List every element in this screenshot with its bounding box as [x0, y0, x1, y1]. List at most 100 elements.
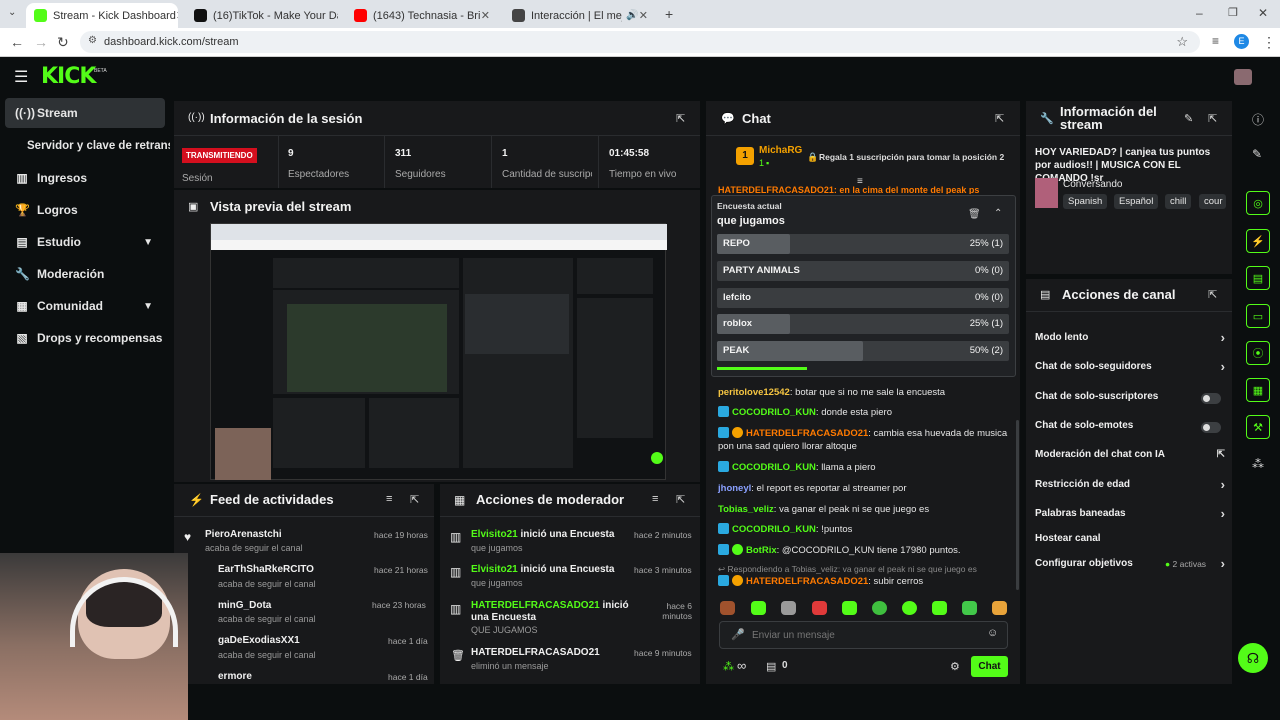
chat-scrollbar[interactable] [1016, 420, 1019, 590]
document-icon[interactable]: ▤ [1246, 266, 1270, 290]
trash-icon[interactable]: 🗑 [968, 209, 981, 220]
chat-message[interactable]: HATERDELFRACASADO21: subir cerros [718, 575, 1008, 588]
bookmark-star-icon[interactable]: ☆ [1176, 34, 1188, 50]
mod-actions-icon[interactable]: ▦ [1246, 378, 1270, 402]
feed-item-name[interactable]: ermore [218, 671, 252, 682]
chat-username[interactable]: Tobias_veliz [718, 504, 774, 515]
sidebar-item-stream[interactable]: ((·)) Stream [5, 98, 165, 128]
feed-item-name[interactable]: minG_Dota [218, 600, 271, 611]
emote-icon[interactable] [962, 601, 977, 615]
sidebar-item-estudio[interactable]: ▤ Estudio ▼ [5, 227, 165, 257]
sidebar-item-ingresos[interactable]: ▥ Ingresos [5, 163, 165, 193]
send-chat-button[interactable]: Chat [971, 656, 1008, 677]
chat-input-box[interactable]: 🎤 ☺ [719, 621, 1008, 649]
chat-username[interactable]: COCODRILO_KUN [732, 524, 816, 535]
tab-youtube[interactable]: (1643) Technasia - Bring It Back ✕ [346, 3, 498, 28]
emote-icon[interactable] [872, 601, 887, 615]
action-subs-only[interactable]: Chat de solo-suscriptores [1035, 391, 1225, 411]
sidebar-item-moderacion[interactable]: 🔧 Moderación [5, 259, 165, 289]
stream-preview-video[interactable] [210, 223, 667, 480]
chat-username[interactable]: jhoneyl [718, 483, 751, 494]
chat-message[interactable]: COCODRILO_KUN: !puntos [718, 523, 1008, 536]
feed-item-name[interactable]: PieroArenastchi [205, 529, 282, 540]
kick-logo[interactable]: KICK [41, 64, 96, 89]
action-goals[interactable]: Configurar objetivos ● 2 activas › [1035, 556, 1225, 578]
emotes-only-toggle[interactable] [1201, 422, 1221, 433]
edit-pencil-icon[interactable]: ✎ [1252, 147, 1262, 161]
poll-option[interactable]: roblox 25% (1) [717, 314, 1009, 334]
popout-icon[interactable]: ⇱ [1208, 112, 1217, 125]
minimize-icon[interactable]: – [1196, 6, 1203, 20]
emote-icon[interactable] [781, 601, 796, 615]
mod-action-user[interactable]: Elvisito21 [471, 529, 518, 540]
broadcast-icon[interactable]: ⦿ [1246, 341, 1270, 365]
close-icon[interactable]: ✕ [639, 9, 648, 22]
sidebar-item-comunidad[interactable]: ▦ Comunidad ▼ [5, 291, 165, 321]
action-followers-only[interactable]: Chat de solo-seguidores › [1035, 359, 1225, 381]
action-slow-mode[interactable]: Modo lento › [1035, 330, 1225, 352]
chat-username[interactable]: HATERDELFRACASADO21 [746, 576, 868, 587]
hamburger-menu-icon[interactable]: ☰ [14, 67, 28, 87]
popout-icon[interactable]: ⇱ [1208, 288, 1217, 301]
forward-icon[interactable]: → [34, 34, 48, 50]
tab-search-icon[interactable]: ⌄ [8, 7, 16, 18]
emoji-icon[interactable]: ☺ [987, 627, 998, 639]
edit-pencil-icon[interactable]: ✎ [1184, 112, 1193, 125]
action-ai-moderation[interactable]: Moderación del chat con IA ⇱ [1035, 449, 1225, 469]
action-banned-words[interactable]: Palabras baneadas › [1035, 506, 1225, 528]
emote-icon[interactable] [842, 601, 857, 615]
chat-bubble-icon[interactable]: ▭ [1246, 304, 1270, 328]
close-icon[interactable]: ✕ [176, 9, 178, 22]
chat-username[interactable]: COCODRILO_KUN [732, 407, 816, 418]
wrench-icon[interactable]: ⚒ [1246, 415, 1270, 439]
new-tab-icon[interactable]: + [665, 6, 673, 22]
feed-item-name[interactable]: EarThShaRkeRCITO [218, 564, 314, 575]
browser-menu-icon[interactable]: ⋮ [1262, 34, 1276, 51]
popout-icon[interactable]: ⇱ [676, 112, 685, 125]
action-host-channel[interactable]: Hostear canal [1035, 533, 1225, 553]
chat-message[interactable]: jhoneyl: el report es reportar al stream… [718, 482, 1008, 495]
emote-icon[interactable] [720, 601, 735, 615]
poll-option[interactable]: PEAK 50% (2) [717, 341, 1009, 361]
community-icon[interactable]: ⁂ [1252, 457, 1264, 471]
popout-icon[interactable]: ⇱ [995, 112, 1004, 125]
url-field[interactable]: ⚙ dashboard.kick.com/stream ☆ [80, 31, 1200, 53]
action-age-restriction[interactable]: Restricción de edad › [1035, 477, 1225, 499]
sidebar-item-drops[interactable]: ▧ Drops y recompensas [5, 323, 165, 353]
user-avatar[interactable] [1234, 69, 1252, 85]
target-icon[interactable]: ◎ [1246, 191, 1270, 215]
sidebar-item-logros[interactable]: 🏆 Logros [5, 195, 165, 225]
tag[interactable]: chill [1165, 194, 1192, 209]
emote-icon[interactable] [751, 601, 766, 615]
chat-username[interactable]: peritolove12542 [718, 387, 790, 398]
chat-message[interactable]: HATERDELFRACASADO21: cambia esa huevada … [718, 427, 1008, 453]
category-thumbnail[interactable] [1035, 178, 1058, 208]
tab-kick-dashboard[interactable]: Stream - Kick Dashboard ✕ [26, 3, 178, 28]
tab-tiktok[interactable]: (16)TikTok - Make Your Day ✕ [186, 3, 338, 28]
lightning-icon[interactable]: ⚡ [1246, 229, 1270, 253]
microphone-icon[interactable]: 🎤 [731, 628, 745, 641]
poll-option[interactable]: REPO 25% (1) [717, 234, 1009, 254]
profile-avatar[interactable]: E [1234, 34, 1249, 49]
chat-message[interactable]: COCODRILO_KUN: llama a piero [718, 461, 1008, 474]
help-support-icon[interactable]: ☊ [1238, 643, 1268, 673]
tab-interaccion[interactable]: Interacción | El mejor softw 🔊 ✕ [504, 3, 656, 28]
site-info-icon[interactable]: ⚙ [88, 35, 97, 46]
gift-cta[interactable]: Regala 1 suscripción para tomar la posic… [819, 152, 1004, 162]
chevron-up-icon[interactable]: ⌃ [994, 208, 1002, 219]
chat-message[interactable]: COCODRILO_KUN: donde esta piero [718, 406, 1008, 419]
filter-icon[interactable]: ≡ [386, 493, 392, 505]
mod-action-user[interactable]: HATERDELFRACASADO21 [471, 647, 600, 658]
popout-icon[interactable]: ⇱ [676, 493, 685, 506]
category-name[interactable]: Conversando [1063, 179, 1122, 190]
close-icon[interactable]: ✕ [481, 9, 490, 22]
poll-option[interactable]: lefcito 0% (0) [717, 288, 1009, 308]
tag[interactable]: cour [1199, 194, 1226, 209]
mod-action-user[interactable]: HATERDELFRACASADO21 [471, 600, 600, 611]
chat-username[interactable]: BotRix [746, 545, 777, 556]
reload-icon[interactable]: ↻ [57, 34, 69, 51]
popout-icon[interactable]: ⇱ [410, 493, 419, 506]
store-icon[interactable]: ▤ [766, 660, 776, 673]
poll-option[interactable]: PARTY ANIMALS 0% (0) [717, 261, 1009, 281]
info-icon[interactable]: ⓘ [1252, 111, 1264, 128]
